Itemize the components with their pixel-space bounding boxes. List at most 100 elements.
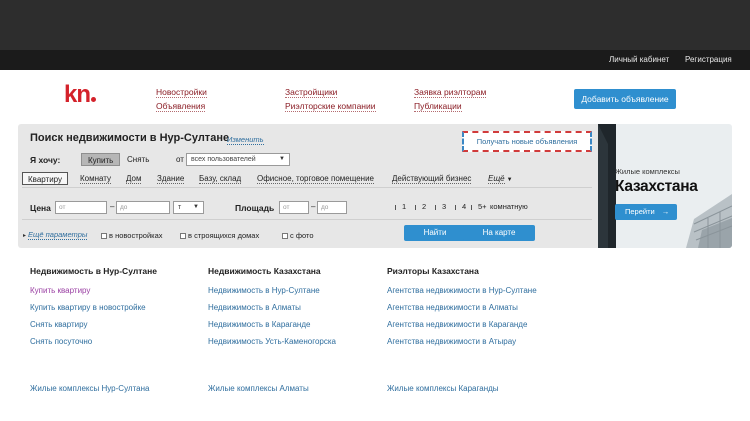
rooms-5plus-checkbox[interactable]: 5+: [471, 202, 487, 211]
logo-dot-icon: [91, 97, 97, 102]
rooms-suffix: комнатную: [490, 202, 528, 211]
checkbox-icon: [415, 204, 420, 210]
promo-go-button[interactable]: Перейти →: [615, 204, 677, 220]
rooms-5plus-label: 5+: [478, 202, 487, 211]
footer-link[interactable]: Жилые комплексы Нур-Султана: [30, 384, 149, 393]
type-tab-label: Квартиру: [28, 175, 63, 184]
type-tab-building[interactable]: Здание: [157, 172, 185, 185]
type-tab-office[interactable]: Офисное, торговое помещение: [257, 172, 374, 185]
divider: [22, 187, 592, 188]
find-button[interactable]: Найти: [404, 225, 466, 241]
from-label: от: [176, 155, 184, 164]
chevron-down-icon: ▼: [279, 156, 285, 162]
footer-link[interactable]: Недвижимость в Нур-Султане: [208, 286, 320, 295]
with-photo-checkbox[interactable]: с фото: [282, 231, 314, 240]
price-label: Цена: [30, 203, 51, 213]
promo-headline: Казахстана: [615, 178, 698, 195]
footer-link[interactable]: Агентства недвижимости в Нур-Султане: [387, 286, 537, 295]
promo-banner[interactable]: Жилые комплексы Казахстана Перейти →: [598, 124, 732, 248]
new-buildings-label: в новостройках: [109, 231, 163, 240]
footer-link[interactable]: Купить квартиру: [30, 286, 90, 295]
triangle-right-icon: ▸: [23, 233, 27, 239]
nav-link-publications[interactable]: Публикации: [414, 101, 462, 112]
register-link[interactable]: Регистрация: [685, 55, 732, 64]
type-tab-warehouse[interactable]: Базу, склад: [199, 172, 242, 185]
footer-link[interactable]: Недвижимость в Алматы: [208, 303, 301, 312]
map-button[interactable]: На карте: [463, 225, 535, 241]
currency-select[interactable]: т ▼: [173, 201, 204, 214]
area-dash: –: [311, 202, 316, 211]
nav-link-developers[interactable]: Застройщики: [285, 87, 338, 98]
area-label: Площадь: [235, 203, 275, 213]
user-bar: Личный кабинет Регистрация: [0, 50, 750, 70]
owner-select[interactable]: всех пользователей ▼: [186, 153, 290, 166]
footer-link[interactable]: Агентства недвижимости в Алматы: [387, 303, 518, 312]
cabinet-link[interactable]: Личный кабинет: [609, 55, 669, 64]
search-title: Поиск недвижимости в Нур-Султане: [30, 132, 230, 144]
rooms-2-label: 2: [422, 202, 427, 211]
rooms-3-label: 3: [442, 202, 447, 211]
nav-link-ads[interactable]: Объявления: [156, 101, 206, 112]
type-tab-label: Базу, склад: [199, 174, 242, 184]
with-photo-label: с фото: [290, 231, 314, 240]
more-params-link[interactable]: ▸ Ещё параметры: [23, 230, 88, 240]
footer-link[interactable]: Жилые комплексы Алматы: [208, 384, 309, 393]
caret-down-icon: ▼: [506, 177, 513, 183]
more-types-dropdown[interactable]: Ещё ▼: [488, 172, 513, 185]
under-construction-checkbox[interactable]: в строящихся домах: [180, 231, 259, 240]
change-city-link[interactable]: Изменить: [227, 135, 264, 145]
type-tab-business[interactable]: Действующий бизнес: [392, 172, 472, 185]
owner-select-value: всех пользователей: [191, 156, 256, 163]
price-from-input[interactable]: от: [55, 201, 107, 214]
footer-link[interactable]: Купить квартиру в новостройке: [30, 303, 146, 312]
area-to-input[interactable]: до: [317, 201, 347, 214]
footer-link[interactable]: Снять квартиру: [30, 320, 87, 329]
chevron-down-icon: ▼: [193, 204, 199, 210]
footer-link[interactable]: Жилые комплексы Караганды: [387, 384, 499, 393]
checkbox-icon: [435, 204, 440, 210]
type-tab-apartment[interactable]: Квартиру: [22, 172, 69, 185]
footer-col1-heading: Недвижимость в Нур-Султане: [30, 266, 157, 276]
promo-go-label: Перейти: [625, 207, 655, 216]
site-logo[interactable]: kn: [64, 83, 97, 107]
footer-link[interactable]: Агентства недвижимости в Атырау: [387, 337, 516, 346]
rent-toggle[interactable]: Снять: [121, 153, 155, 166]
area-from-input[interactable]: от: [279, 201, 309, 214]
more-types-label: Ещё: [488, 174, 505, 184]
footer-link[interactable]: Агентства недвижимости в Караганде: [387, 320, 527, 329]
add-listing-button[interactable]: Добавить объявление: [574, 89, 676, 109]
footer-link[interactable]: Снять посуточно: [30, 337, 92, 346]
type-tab-house[interactable]: Дом: [126, 172, 142, 185]
rooms-1-checkbox[interactable]: 1: [395, 202, 406, 211]
footer-link[interactable]: Недвижимость в Караганде: [208, 320, 310, 329]
checkbox-icon: [395, 204, 400, 210]
footer-col3-heading: Риэлторы Казахстана: [387, 266, 479, 276]
nav-link-realtor-companies[interactable]: Риэлторские компании: [285, 101, 376, 112]
subscribe-new-ads-button[interactable]: Получать новые объявления: [462, 131, 592, 152]
nav-link-realtor-request[interactable]: Заявка риэлторам: [414, 87, 487, 98]
rooms-2-checkbox[interactable]: 2: [415, 202, 426, 211]
buy-toggle[interactable]: Купить: [81, 153, 121, 166]
nav-link-new-buildings[interactable]: Новостройки: [156, 87, 207, 98]
price-to-input[interactable]: до: [116, 201, 170, 214]
promo-label: Жилые комплексы: [615, 167, 680, 176]
rooms-1-label: 1: [402, 202, 407, 211]
search-panel: Поиск недвижимости в Нур-Султане Изменит…: [18, 124, 598, 248]
type-tab-room[interactable]: Комнату: [80, 172, 112, 185]
divider: [22, 219, 592, 220]
arrow-right-icon: →: [661, 207, 670, 216]
footer-link[interactable]: Недвижимость Усть-Каменогорска: [208, 337, 336, 346]
type-tab-label: Офисное, торговое помещение: [257, 174, 374, 184]
new-buildings-checkbox[interactable]: в новостройках: [101, 231, 163, 240]
rooms-4-checkbox[interactable]: 4: [455, 202, 466, 211]
footer-col2-heading: Недвижимость Казахстана: [208, 266, 321, 276]
checkbox-icon: [180, 233, 186, 240]
rooms-3-checkbox[interactable]: 3: [435, 202, 446, 211]
type-tab-label: Комнату: [80, 174, 112, 184]
type-tab-label: Дом: [126, 174, 142, 184]
browser-top-area: [0, 0, 750, 50]
checkbox-icon: [282, 233, 288, 240]
type-tab-label: Здание: [157, 174, 185, 184]
under-construction-label: в строящихся домах: [188, 231, 260, 240]
checkbox-icon: [471, 204, 476, 210]
